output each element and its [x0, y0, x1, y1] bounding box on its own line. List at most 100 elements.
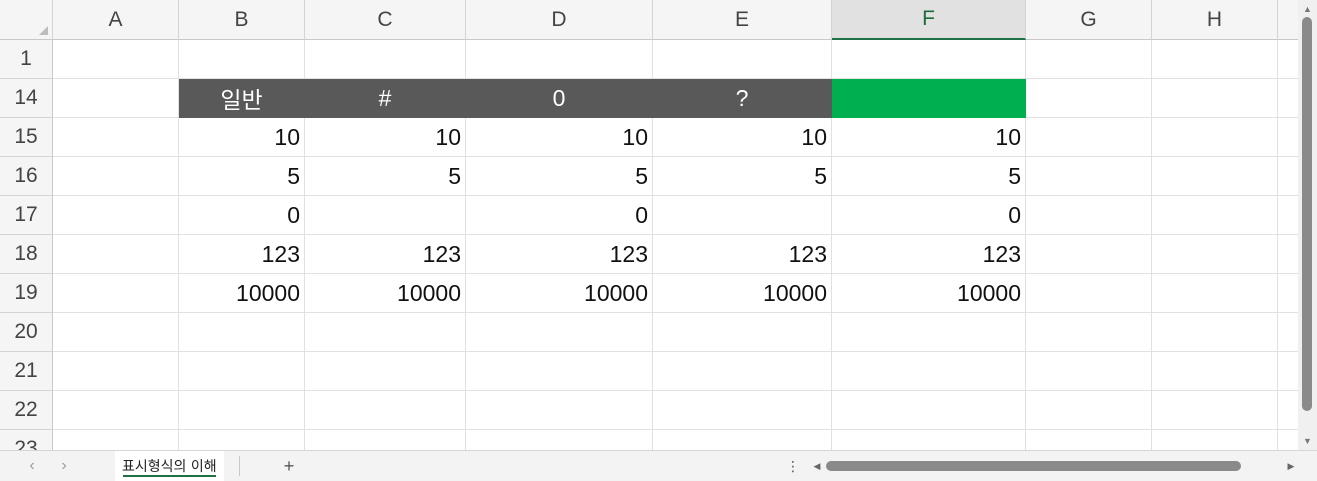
chevron-left-icon[interactable]: ‹	[22, 456, 42, 476]
row-header-19[interactable]: 19	[0, 274, 53, 313]
cell-g15[interactable]	[1026, 118, 1152, 157]
cell-partial-20[interactable]	[1278, 313, 1298, 352]
cell-e14[interactable]: ?	[653, 79, 832, 118]
column-header-d[interactable]: D	[466, 0, 653, 40]
cell-partial-21[interactable]	[1278, 352, 1298, 391]
cell-f18[interactable]: 123	[832, 235, 1026, 274]
column-header-a[interactable]: A	[53, 0, 179, 40]
cell-d22[interactable]	[466, 391, 653, 430]
select-all-button[interactable]	[0, 0, 53, 40]
cell-a1[interactable]	[53, 40, 179, 79]
cell-d16[interactable]: 5	[466, 157, 653, 196]
cell-a15[interactable]	[53, 118, 179, 157]
row-header-21[interactable]: 21	[0, 352, 53, 391]
cell-d14[interactable]: 0	[466, 79, 653, 118]
cell-b16[interactable]: 5	[179, 157, 305, 196]
cell-f17[interactable]: 0	[832, 196, 1026, 235]
cell-partial-15[interactable]	[1278, 118, 1298, 157]
cell-d19[interactable]: 10000	[466, 274, 653, 313]
cell-h21[interactable]	[1152, 352, 1278, 391]
column-header-partial[interactable]	[1278, 0, 1298, 40]
cell-f21[interactable]	[832, 352, 1026, 391]
cell-a16[interactable]	[53, 157, 179, 196]
cell-c23[interactable]	[305, 430, 466, 450]
cell-h17[interactable]	[1152, 196, 1278, 235]
cell-h16[interactable]	[1152, 157, 1278, 196]
cell-g23[interactable]	[1026, 430, 1152, 450]
row-header-22[interactable]: 22	[0, 391, 53, 430]
cell-e23[interactable]	[653, 430, 832, 450]
cell-b22[interactable]	[179, 391, 305, 430]
cell-c18[interactable]: 123	[305, 235, 466, 274]
row-header-17[interactable]: 17	[0, 196, 53, 235]
cell-f15[interactable]: 10	[832, 118, 1026, 157]
cell-h23[interactable]	[1152, 430, 1278, 450]
cell-a20[interactable]	[53, 313, 179, 352]
cell-g20[interactable]	[1026, 313, 1152, 352]
column-header-e[interactable]: E	[653, 0, 832, 40]
cell-e15[interactable]: 10	[653, 118, 832, 157]
cell-a23[interactable]	[53, 430, 179, 450]
cell-g19[interactable]	[1026, 274, 1152, 313]
cell-partial-17[interactable]	[1278, 196, 1298, 235]
cell-a17[interactable]	[53, 196, 179, 235]
cell-e18[interactable]: 123	[653, 235, 832, 274]
cell-d15[interactable]: 10	[466, 118, 653, 157]
cell-f14[interactable]	[832, 79, 1026, 118]
cell-b17[interactable]: 0	[179, 196, 305, 235]
vertical-dots-icon[interactable]: ⋮	[786, 455, 800, 477]
cell-f22[interactable]	[832, 391, 1026, 430]
cell-b23[interactable]	[179, 430, 305, 450]
cell-g22[interactable]	[1026, 391, 1152, 430]
row-header-1[interactable]: 1	[0, 40, 53, 79]
scroll-down-icon[interactable]: ▼	[1298, 434, 1317, 448]
scroll-up-icon[interactable]: ▲	[1298, 2, 1317, 16]
scroll-right-icon[interactable]: ▶	[1284, 455, 1298, 477]
cell-a21[interactable]	[53, 352, 179, 391]
cell-b18[interactable]: 123	[179, 235, 305, 274]
cell-b19[interactable]: 10000	[179, 274, 305, 313]
cell-h15[interactable]	[1152, 118, 1278, 157]
cell-h1[interactable]	[1152, 40, 1278, 79]
add-sheet-button[interactable]: +	[278, 454, 300, 478]
cell-e17[interactable]	[653, 196, 832, 235]
cell-a18[interactable]	[53, 235, 179, 274]
cell-g1[interactable]	[1026, 40, 1152, 79]
cell-d1[interactable]	[466, 40, 653, 79]
cell-h22[interactable]	[1152, 391, 1278, 430]
cell-g17[interactable]	[1026, 196, 1152, 235]
cell-f23[interactable]	[832, 430, 1026, 450]
cell-h20[interactable]	[1152, 313, 1278, 352]
cell-c19[interactable]: 10000	[305, 274, 466, 313]
column-header-g[interactable]: G	[1026, 0, 1152, 40]
cell-b1[interactable]	[179, 40, 305, 79]
column-header-b[interactable]: B	[179, 0, 305, 40]
cell-d23[interactable]	[466, 430, 653, 450]
cell-e19[interactable]: 10000	[653, 274, 832, 313]
cell-g21[interactable]	[1026, 352, 1152, 391]
cell-h19[interactable]	[1152, 274, 1278, 313]
cell-g16[interactable]	[1026, 157, 1152, 196]
vertical-scrollbar[interactable]: ▲ ▼	[1298, 0, 1317, 450]
cell-e20[interactable]	[653, 313, 832, 352]
cell-f20[interactable]	[832, 313, 1026, 352]
cell-d21[interactable]	[466, 352, 653, 391]
cell-c17[interactable]	[305, 196, 466, 235]
cell-c1[interactable]	[305, 40, 466, 79]
chevron-right-icon[interactable]: ›	[54, 456, 74, 476]
cell-d17[interactable]: 0	[466, 196, 653, 235]
column-header-c[interactable]: C	[305, 0, 466, 40]
cell-partial-16[interactable]	[1278, 157, 1298, 196]
sheet-tab-active[interactable]: 표시형식의 이해	[115, 451, 224, 481]
cell-f16[interactable]: 5	[832, 157, 1026, 196]
cell-partial-19[interactable]	[1278, 274, 1298, 313]
column-header-f[interactable]: F	[832, 0, 1026, 40]
cell-a14[interactable]	[53, 79, 179, 118]
row-header-14[interactable]: 14	[0, 79, 53, 118]
cell-b21[interactable]	[179, 352, 305, 391]
vertical-scroll-thumb[interactable]	[1302, 17, 1312, 411]
row-header-15[interactable]: 15	[0, 118, 53, 157]
cell-c21[interactable]	[305, 352, 466, 391]
cell-e22[interactable]	[653, 391, 832, 430]
cell-b14[interactable]: 일반	[179, 79, 305, 118]
